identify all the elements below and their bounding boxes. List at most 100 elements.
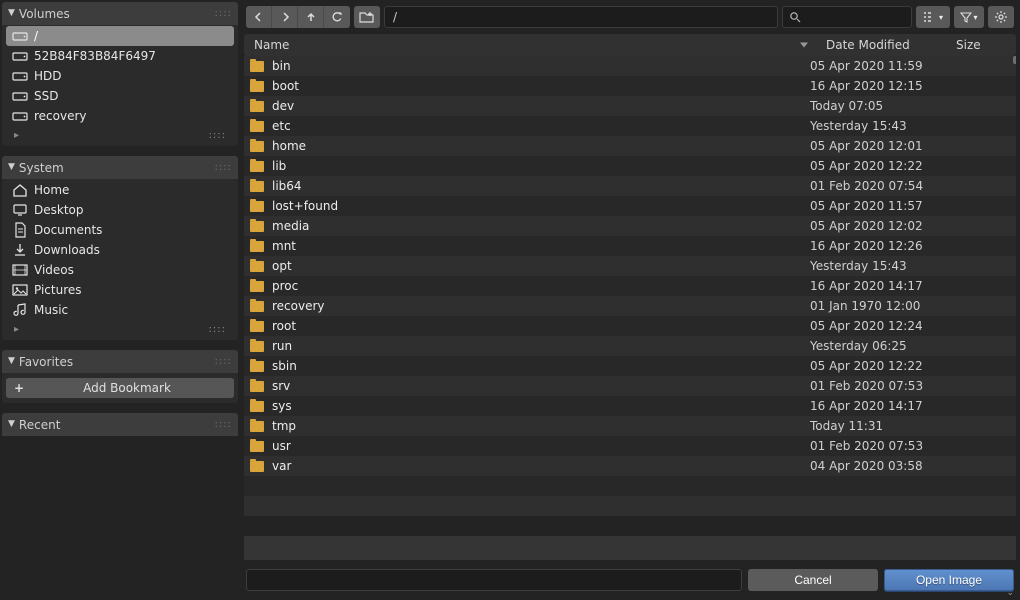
file-row[interactable]: runYesterday 06:25 bbox=[244, 336, 1016, 356]
system-item[interactable]: Videos bbox=[6, 260, 234, 280]
expand-icon[interactable]: ⌄ bbox=[1006, 588, 1014, 598]
file-row[interactable]: bin05 Apr 2020 11:59 bbox=[244, 56, 1016, 76]
file-date: 01 Feb 2020 07:53 bbox=[810, 379, 940, 393]
path-input[interactable]: / bbox=[384, 6, 778, 28]
file-list[interactable]: bin05 Apr 2020 11:59boot16 Apr 2020 12:1… bbox=[244, 56, 1016, 536]
refresh-button[interactable] bbox=[324, 6, 350, 28]
file-name: home bbox=[272, 139, 810, 153]
recent-header[interactable]: ▼ Recent :::: bbox=[2, 413, 238, 436]
file-row[interactable]: boot16 Apr 2020 12:15 bbox=[244, 76, 1016, 96]
new-folder-button[interactable] bbox=[354, 6, 380, 28]
main: / ▾ ▾ Name Date Modified Size bin05 Apr … bbox=[240, 0, 1020, 600]
system-item[interactable]: Downloads bbox=[6, 240, 234, 260]
folder-icon bbox=[250, 241, 264, 252]
sidebar: ▼ Volumes :::: /52B84F83B84F6497HDDSSDre… bbox=[0, 0, 240, 600]
system-item[interactable]: Desktop bbox=[6, 200, 234, 220]
documents-icon bbox=[12, 222, 28, 238]
file-row[interactable]: lib6401 Feb 2020 07:54 bbox=[244, 176, 1016, 196]
volume-item[interactable]: HDD bbox=[6, 66, 234, 86]
file-row[interactable]: devToday 07:05 bbox=[244, 96, 1016, 116]
system-item[interactable]: Home bbox=[6, 180, 234, 200]
settings-button[interactable] bbox=[988, 6, 1014, 28]
scrollbar[interactable] bbox=[1013, 56, 1016, 64]
file-name: run bbox=[272, 339, 810, 353]
folder-icon bbox=[250, 401, 264, 412]
file-date: 16 Apr 2020 12:26 bbox=[810, 239, 940, 253]
file-row[interactable]: tmpToday 11:31 bbox=[244, 416, 1016, 436]
system-item[interactable]: Documents bbox=[6, 220, 234, 240]
file-row[interactable]: root05 Apr 2020 12:24 bbox=[244, 316, 1016, 336]
add-bookmark-button[interactable]: + Add Bookmark bbox=[6, 378, 234, 398]
file-row[interactable]: recovery01 Jan 1970 12:00 bbox=[244, 296, 1016, 316]
file-row[interactable]: sbin05 Apr 2020 12:22 bbox=[244, 356, 1016, 376]
back-button[interactable] bbox=[246, 6, 272, 28]
file-row[interactable]: srv01 Feb 2020 07:53 bbox=[244, 376, 1016, 396]
grip-icon: :::: bbox=[215, 162, 232, 173]
grip-icon[interactable]: :::: bbox=[209, 130, 226, 141]
grip-icon[interactable]: :::: bbox=[209, 324, 226, 335]
volume-item[interactable]: / bbox=[6, 26, 234, 46]
parent-button[interactable] bbox=[298, 6, 324, 28]
file-row[interactable]: optYesterday 15:43 bbox=[244, 256, 1016, 276]
volume-item[interactable]: recovery bbox=[6, 106, 234, 126]
file-row[interactable]: etcYesterday 15:43 bbox=[244, 116, 1016, 136]
system-item[interactable]: Music bbox=[6, 300, 234, 320]
file-name: lib bbox=[272, 159, 810, 173]
cancel-button[interactable]: Cancel bbox=[748, 569, 878, 591]
file-name: tmp bbox=[272, 419, 810, 433]
file-row[interactable]: var04 Apr 2020 03:58 bbox=[244, 456, 1016, 476]
file-row[interactable]: lost+found05 Apr 2020 11:57 bbox=[244, 196, 1016, 216]
recent-title: Recent bbox=[19, 418, 60, 432]
folder-icon bbox=[250, 441, 264, 452]
play-icon[interactable]: ▸ bbox=[14, 130, 19, 141]
volumes-header[interactable]: ▼ Volumes :::: bbox=[2, 2, 238, 25]
col-name[interactable]: Name bbox=[244, 38, 816, 52]
disclosure-down-icon: ▼ bbox=[8, 356, 15, 366]
volume-item[interactable]: 52B84F83B84F6497 bbox=[6, 46, 234, 66]
folder-icon bbox=[250, 201, 264, 212]
music-icon bbox=[12, 302, 28, 318]
system-footer: ▸:::: bbox=[6, 322, 234, 337]
system-header[interactable]: ▼ System :::: bbox=[2, 156, 238, 179]
folder-icon bbox=[250, 61, 264, 72]
system-item-label: Music bbox=[34, 303, 68, 317]
volumes-footer: ▸:::: bbox=[6, 128, 234, 143]
file-row[interactable]: mnt16 Apr 2020 12:26 bbox=[244, 236, 1016, 256]
downloads-icon bbox=[12, 242, 28, 258]
file-row[interactable]: proc16 Apr 2020 14:17 bbox=[244, 276, 1016, 296]
filename-input[interactable] bbox=[246, 569, 742, 591]
disclosure-down-icon: ▼ bbox=[8, 419, 15, 429]
search-input[interactable] bbox=[782, 6, 912, 28]
play-icon[interactable]: ▸ bbox=[14, 324, 19, 335]
file-row[interactable]: media05 Apr 2020 12:02 bbox=[244, 216, 1016, 236]
file-row[interactable]: home05 Apr 2020 12:01 bbox=[244, 136, 1016, 156]
column-header: Name Date Modified Size bbox=[244, 34, 1016, 56]
file-name: var bbox=[272, 459, 810, 473]
file-row[interactable]: lib05 Apr 2020 12:22 bbox=[244, 156, 1016, 176]
file-date: 05 Apr 2020 12:22 bbox=[810, 159, 940, 173]
forward-button[interactable] bbox=[272, 6, 298, 28]
system-item-label: Home bbox=[34, 183, 69, 197]
folder-icon bbox=[250, 161, 264, 172]
file-name: root bbox=[272, 319, 810, 333]
file-date: 05 Apr 2020 12:01 bbox=[810, 139, 940, 153]
col-size[interactable]: Size bbox=[946, 38, 1016, 52]
open-button[interactable]: Open Image bbox=[884, 569, 1014, 591]
system-item-label: Desktop bbox=[34, 203, 84, 217]
favorites-header[interactable]: ▼ Favorites :::: bbox=[2, 350, 238, 373]
file-name: sbin bbox=[272, 359, 810, 373]
display-mode-button[interactable]: ▾ bbox=[916, 6, 950, 28]
file-row[interactable]: usr01 Feb 2020 07:53 bbox=[244, 436, 1016, 456]
file-name: dev bbox=[272, 99, 810, 113]
file-date: 04 Apr 2020 03:58 bbox=[810, 459, 940, 473]
file-row[interactable]: sys16 Apr 2020 14:17 bbox=[244, 396, 1016, 416]
file-date: Yesterday 15:43 bbox=[810, 259, 940, 273]
volume-item[interactable]: SSD bbox=[6, 86, 234, 106]
folder-icon bbox=[250, 101, 264, 112]
col-date[interactable]: Date Modified bbox=[816, 38, 946, 52]
system-item[interactable]: Pictures bbox=[6, 280, 234, 300]
volume-label: recovery bbox=[34, 109, 87, 123]
file-name: lib64 bbox=[272, 179, 810, 193]
file-date: 16 Apr 2020 14:17 bbox=[810, 279, 940, 293]
filter-button[interactable]: ▾ bbox=[954, 6, 984, 28]
